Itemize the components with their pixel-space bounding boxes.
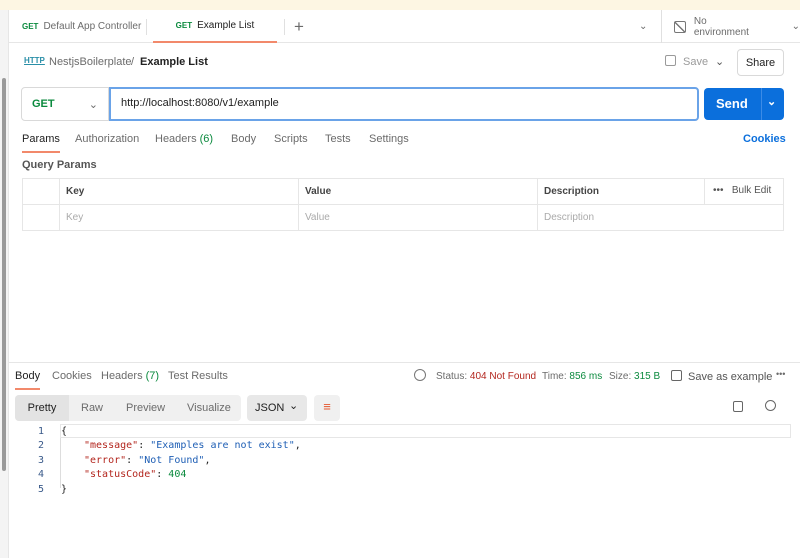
tab-settings[interactable]: Settings (369, 133, 409, 145)
save-button[interactable]: Save (665, 55, 708, 68)
chevron-down-icon: ⌄ (289, 400, 299, 412)
copy-icon[interactable] (733, 401, 743, 412)
table-row: Key Value Description (22, 204, 784, 231)
tab-label: Example List (197, 20, 255, 31)
url-input[interactable]: http://localhost:8080/v1/example (109, 87, 699, 121)
divider (9, 362, 800, 363)
response-tab-body[interactable]: Body (15, 370, 41, 390)
globe-icon[interactable] (414, 369, 426, 381)
response-tab-headers[interactable]: Headers (7) (101, 370, 159, 382)
breadcrumb-collection[interactable]: NestjsBoilerplate (49, 56, 132, 68)
column-value: Value (298, 178, 538, 205)
chevron-down-icon: ⌄ (791, 21, 800, 32)
response-tab-cookies[interactable]: Cookies (52, 370, 92, 382)
new-tab-plus-icon[interactable]: + (294, 10, 304, 43)
tab-default-app-controller[interactable]: GET Default App Controller (22, 10, 141, 43)
breadcrumb-separator: / (131, 56, 135, 68)
more-options-icon[interactable]: ••• (776, 369, 785, 379)
tab-body[interactable]: Body (231, 133, 256, 145)
response-tab-test-results[interactable]: Test Results (168, 370, 228, 382)
environment-selector[interactable]: No environment ⌄ (674, 10, 800, 43)
tab-label: Default App Controller (43, 21, 142, 32)
wrap-lines-icon[interactable]: ≡ (314, 395, 340, 421)
tab-authorization[interactable]: Authorization (75, 133, 139, 145)
bulk-edit-button[interactable]: ••• Bulk Edit (704, 179, 771, 205)
view-raw[interactable]: Raw (81, 402, 103, 414)
save-icon (665, 55, 676, 66)
tab-example-list[interactable]: GET Example List (153, 10, 277, 43)
scrollbar[interactable] (2, 78, 6, 471)
share-button[interactable]: Share (737, 49, 784, 76)
chevron-down-icon: ⌄ (88, 98, 98, 111)
tab-tests[interactable]: Tests (325, 133, 351, 145)
key-input[interactable]: Key (59, 204, 299, 231)
send-options-chevron-icon[interactable]: ⌄ (767, 95, 776, 108)
query-params-title: Query Params (22, 159, 97, 171)
format-select[interactable]: JSON ⌄ (247, 395, 307, 421)
page-title: Example List (140, 56, 208, 68)
save-options-chevron-icon[interactable]: ⌄ (715, 55, 724, 68)
active-line-highlight (60, 424, 791, 438)
save-icon (671, 370, 682, 381)
tab-scripts[interactable]: Scripts (274, 133, 308, 145)
tabs-dropdown-chevron-icon[interactable]: ⌄ (639, 10, 647, 43)
column-key: Key (59, 178, 299, 205)
column-description: Description ••• Bulk Edit (537, 178, 784, 205)
no-environment-icon (674, 20, 686, 33)
time-readout[interactable]: Time: 856 ms (542, 371, 602, 382)
table-header-row: Key Value Description ••• Bulk Edit (22, 178, 784, 205)
cookies-link[interactable]: Cookies (743, 133, 786, 145)
search-icon[interactable] (765, 400, 776, 411)
tab-params[interactable]: Params (22, 133, 60, 153)
method-badge: GET (175, 21, 193, 30)
value-input[interactable]: Value (298, 204, 538, 231)
method-badge: GET (22, 22, 39, 31)
send-button[interactable]: Send ⌄ (704, 88, 784, 120)
query-params-table: Key Value Description ••• Bulk Edit Key Valu… (22, 178, 784, 231)
request-tabs: GET Default App Controller GET Example Lis… (9, 10, 800, 43)
notification-banner (0, 0, 800, 10)
size-readout[interactable]: Size: 315 B (609, 371, 660, 382)
view-pretty[interactable]: Pretty (15, 395, 69, 421)
http-icon: HTTP (24, 56, 45, 65)
description-input[interactable]: Description (537, 204, 784, 231)
tab-headers[interactable]: Headers (6) (155, 133, 213, 145)
save-as-example-button[interactable]: Save as example (671, 370, 772, 383)
view-preview[interactable]: Preview (126, 402, 165, 414)
method-select[interactable]: GET ⌄ (21, 87, 109, 121)
view-mode-group: Pretty Raw Preview Visualize (15, 395, 241, 421)
view-visualize[interactable]: Visualize (187, 402, 231, 414)
status-readout[interactable]: Status: 404 Not Found (436, 371, 536, 382)
